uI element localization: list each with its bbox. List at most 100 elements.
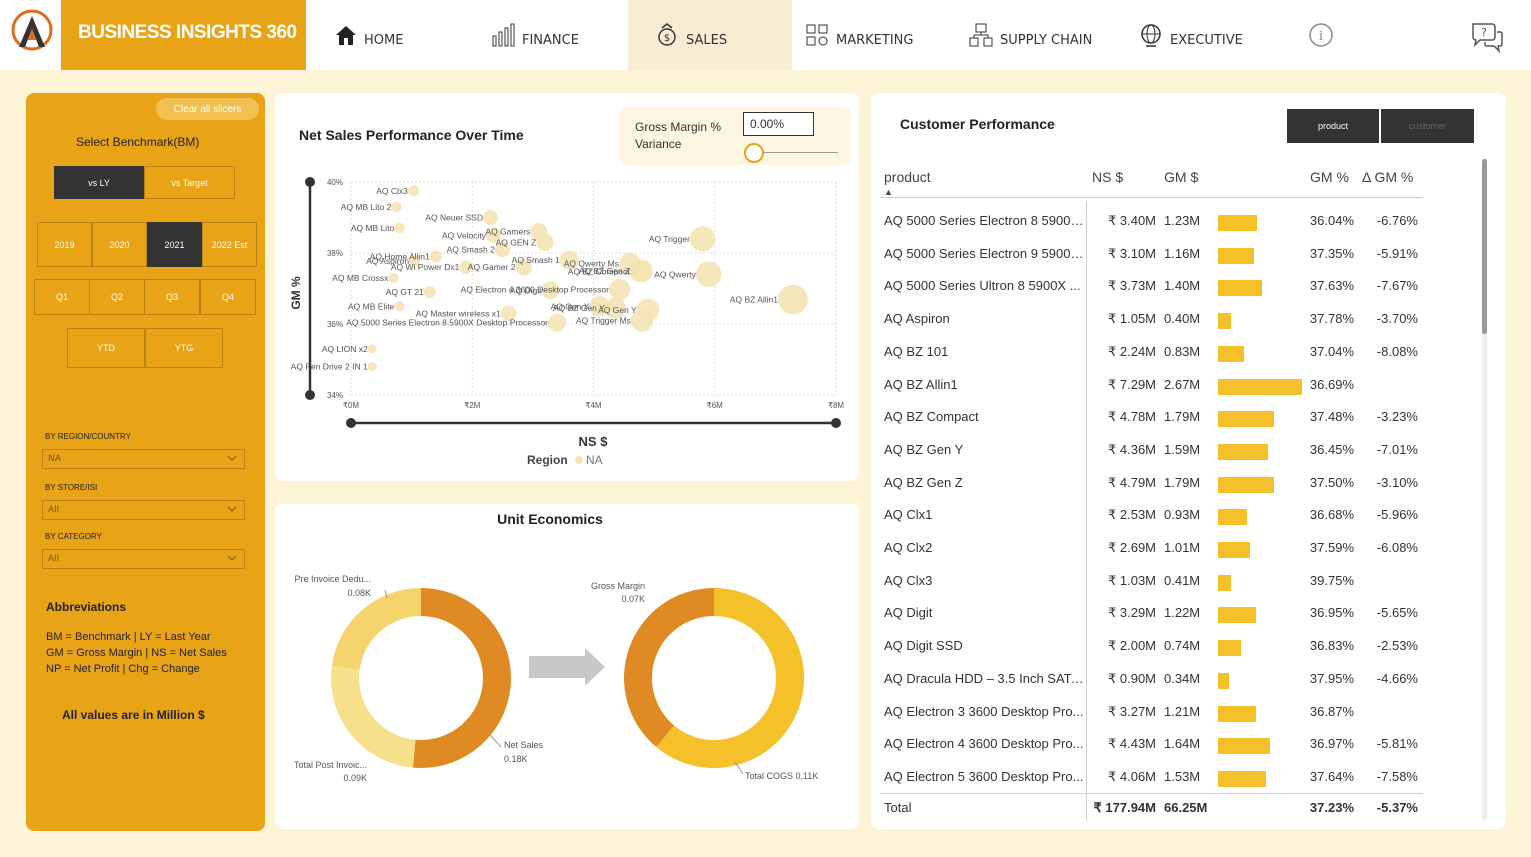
toggle-customer-button[interactable]: customer	[1381, 109, 1474, 143]
nav-executive[interactable]: EXECUTIVE	[1124, 0, 1274, 70]
table-row[interactable]: AQ Electron 5 3600 Desktop Pro... ₹ 4.06M…	[880, 761, 1480, 793]
cell-gm-percent: 37.64%	[1309, 768, 1354, 784]
category-dropdown[interactable]: All	[42, 549, 245, 569]
region-dropdown[interactable]: NA	[42, 449, 245, 469]
donut-slice-pre-invoice[interactable]	[331, 588, 421, 670]
donut-slice-post-invoice[interactable]	[331, 665, 416, 768]
values-unit-note: All values are in Million $	[62, 708, 205, 722]
cell-ns: ₹ 0.90M	[1107, 670, 1156, 686]
data-point-label: AQ GEN Z	[496, 237, 537, 247]
cell-delta-gm: -7.01%	[1376, 441, 1418, 457]
cell-gm-percent: 36.45%	[1309, 441, 1354, 457]
nav-supply-chain[interactable]: SUPPLY CHAIN	[954, 0, 1124, 70]
marketing-icon	[806, 24, 828, 46]
cell-product: AQ Aspiron	[884, 311, 950, 327]
cell-product: AQ BZ Compact	[884, 409, 979, 425]
cell-gm: 0.83M	[1164, 343, 1201, 359]
quarter-q3[interactable]: Q3	[144, 279, 200, 315]
cell-product: AQ Clx3	[884, 572, 933, 588]
cell-ns: ₹ 1.03M	[1107, 572, 1156, 588]
data-point	[695, 261, 722, 288]
cell-ns: ₹ 3.27M	[1107, 703, 1156, 719]
region-dropdown-value: NA	[48, 454, 61, 464]
total-cogs-label: Total COGS 0.11K	[745, 771, 818, 781]
gm-bar	[1218, 476, 1275, 493]
table-scrollbar-thumb[interactable]	[1482, 159, 1487, 334]
data-point	[482, 210, 498, 225]
data-point	[388, 272, 399, 283]
table-row[interactable]: AQ Clx3 ₹ 1.03M 0.41M 39.75%	[880, 565, 1480, 597]
table-row[interactable]: AQ BZ Compact ₹ 4.78M 1.79M 37.48% -3.23%	[880, 401, 1480, 433]
y-range-handle-bottom[interactable]	[305, 390, 315, 400]
quarter-q2[interactable]: Q2	[89, 279, 145, 315]
table-row[interactable]: AQ Clx1 ₹ 2.53M 0.93M 36.68% -5.96%	[880, 499, 1480, 531]
table-row[interactable]: AQ BZ Allin1 ₹ 7.29M 2.67M 36.69%	[880, 369, 1480, 401]
donut-slice-gross-margin[interactable]	[624, 588, 714, 747]
data-point-label: AQ Pen Drive 2 IN 1	[291, 362, 368, 372]
x-range-handle-right[interactable]	[831, 418, 841, 428]
table-row[interactable]: AQ Digit SSD ₹ 2.00M 0.74M 36.83% -2.53%	[880, 630, 1480, 662]
help-button[interactable]: ?	[1470, 20, 1504, 58]
donut-slice-net-sales[interactable]	[412, 588, 511, 768]
year-2021[interactable]: 2021	[147, 222, 202, 267]
nav-marketing[interactable]: MARKETING	[792, 0, 954, 70]
table-row[interactable]: AQ 5000 Series Ultron 8 5900X ... ₹ 3.73M…	[880, 270, 1480, 302]
cell-gm: 1.40M	[1164, 278, 1201, 294]
sort-ascending-icon[interactable]: ▲	[884, 187, 893, 197]
year-2020[interactable]: 2020	[92, 222, 147, 267]
table-row[interactable]: AQ 5000 Series Electron 9 5900X... ₹ 3.10…	[880, 238, 1480, 270]
total-label: Total	[884, 800, 912, 815]
x-tick-label: ₹8M	[828, 401, 845, 410]
period-ytd[interactable]: YTD	[67, 328, 145, 368]
cell-ns: ₹ 4.78M	[1107, 409, 1156, 425]
net-sales-label: Net Sales	[504, 740, 544, 750]
table-row[interactable]: AQ BZ 101 ₹ 2.24M 0.83M 37.04% -8.08%	[880, 336, 1480, 368]
y-tick-label: 36%	[327, 320, 343, 329]
y-range-handle-top[interactable]	[305, 177, 315, 187]
table-row[interactable]: AQ 5000 Series Electron 8 5900X... ₹ 3.40…	[880, 205, 1480, 237]
cell-ns: ₹ 4.79M	[1107, 474, 1156, 490]
data-point-label: AQ Smash 1	[512, 255, 560, 265]
header-delta-gm[interactable]: Δ GM %	[1362, 169, 1413, 185]
nav-home[interactable]: HOME	[306, 0, 466, 70]
nav-sales[interactable]: $ SALES	[628, 0, 792, 70]
table-row[interactable]: AQ BZ Gen Y ₹ 4.36M 1.59M 36.45% -7.01%	[880, 434, 1480, 466]
supply-chain-icon	[969, 23, 993, 47]
nav-home-label: HOME	[364, 32, 404, 48]
header-gm-percent[interactable]: GM %	[1310, 169, 1349, 185]
quarter-q1[interactable]: Q1	[34, 279, 90, 315]
table-row[interactable]: AQ Electron 4 3600 Desktop Pro... ₹ 4.43M…	[880, 728, 1480, 760]
benchmark-vs-target[interactable]: vs Target	[144, 166, 235, 199]
data-point-label: AQ LION x2	[322, 344, 368, 354]
table-row[interactable]: AQ Dracula HDD – 3.5 Inch SATA... ₹ 0.90M…	[880, 663, 1480, 695]
table-row[interactable]: AQ Clx2 ₹ 2.69M 1.01M 37.59% -6.08%	[880, 532, 1480, 564]
benchmark-vs-ly[interactable]: vs LY	[54, 166, 144, 199]
header-product[interactable]: product	[884, 169, 931, 185]
year-2019[interactable]: 2019	[37, 222, 92, 267]
top-nav-bar: BUSINESS INSIGHTS 360 HOME FINANCE $ SAL…	[0, 0, 1531, 70]
clear-all-slicers-button[interactable]: Clear all slicers	[156, 98, 259, 120]
info-button[interactable]: i	[1308, 22, 1334, 52]
header-ns[interactable]: NS $	[1092, 169, 1123, 185]
table-row[interactable]: AQ Digit ₹ 3.29M 1.22M 36.95% -5.65%	[880, 597, 1480, 629]
period-ytg[interactable]: YTG	[145, 328, 223, 368]
table-row[interactable]: AQ Aspiron ₹ 1.05M 0.40M 37.78% -3.70%	[880, 303, 1480, 335]
table-row[interactable]: AQ BZ Gen Z ₹ 4.79M 1.79M 37.50% -3.10%	[880, 467, 1480, 499]
table-scrollbar[interactable]	[1482, 159, 1487, 821]
toggle-product-button[interactable]: product	[1287, 109, 1379, 143]
nav-finance[interactable]: FINANCE	[466, 0, 628, 70]
cell-gm: 1.23M	[1164, 213, 1201, 228]
store-dropdown[interactable]: All	[42, 500, 245, 520]
header-gm[interactable]: GM $	[1164, 169, 1198, 185]
pre-invoice-label: Pre Invoice Dedu...	[294, 574, 371, 584]
cell-gm-percent: 36.83%	[1309, 638, 1354, 654]
cell-delta-gm: -5.91%	[1376, 245, 1418, 261]
quarter-q4[interactable]: Q4	[200, 279, 256, 315]
year-2022-est[interactable]: 2022 Est	[202, 222, 257, 267]
gm-bar	[1218, 542, 1250, 558]
cell-product: AQ BZ 101	[884, 343, 949, 359]
x-range-handle-left[interactable]	[346, 418, 356, 428]
data-point	[367, 344, 377, 354]
cell-delta-gm: -8.08%	[1376, 343, 1418, 359]
table-row[interactable]: AQ Electron 3 3600 Desktop Pro... ₹ 3.27M…	[880, 696, 1480, 728]
